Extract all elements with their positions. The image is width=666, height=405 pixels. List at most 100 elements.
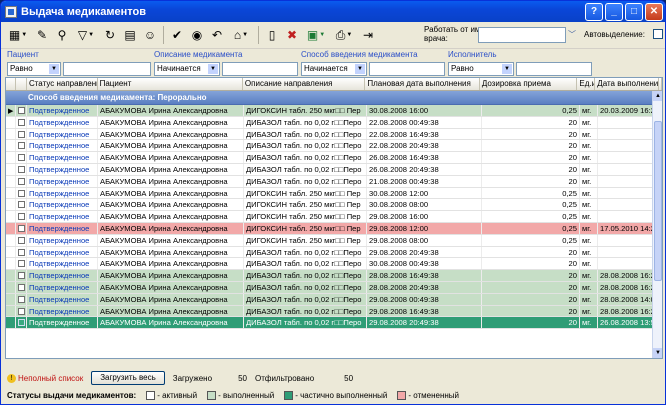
row-checkbox[interactable] <box>18 307 25 315</box>
row-checkbox[interactable] <box>18 248 25 256</box>
delete-icon[interactable]: ✖ <box>283 26 301 44</box>
status-cell-text[interactable]: Подтвержденное <box>29 307 89 316</box>
chevron-down-icon[interactable]: ▼ <box>208 64 218 74</box>
medications-grid[interactable]: Статус направления Пациент Описание направ… <box>5 77 663 359</box>
column-header[interactable]: Пациент <box>98 78 243 90</box>
row-checkbox[interactable] <box>18 272 25 280</box>
status-cell-text[interactable]: Подтвержденное <box>29 259 89 268</box>
edit-icon[interactable]: ▤ <box>121 26 139 44</box>
grid-menu-icon[interactable]: ▦ ▼ <box>5 26 31 44</box>
table-row[interactable]: Подтвержденное АБАКУМОВА Ирина Александро… <box>6 270 662 282</box>
scroll-thumb[interactable] <box>654 121 662 281</box>
status-cell-text[interactable]: Подтвержденное <box>29 130 89 139</box>
column-header[interactable]: В <box>659 78 662 90</box>
home-icon[interactable]: ⌂ ▼ <box>228 26 254 44</box>
table-row[interactable]: Подтвержденное АБАКУМОВА Ирина Александро… <box>6 187 662 200</box>
status-cell-text[interactable]: Подтвержденное <box>29 295 89 304</box>
column-header[interactable]: Дата выполнения <box>595 78 659 90</box>
status-cell-text[interactable]: Подтвержденное <box>29 165 89 174</box>
filter-patient-op[interactable]: Равно ▼ <box>7 62 61 76</box>
status-cell-text[interactable]: Подтвержденное <box>29 318 89 327</box>
column-header[interactable]: Статус направления <box>27 78 98 90</box>
row-checkbox[interactable] <box>18 283 25 291</box>
maximize-button[interactable]: □ <box>625 2 643 21</box>
excel-icon[interactable]: ▣ ▼ <box>303 26 329 44</box>
status-cell-text[interactable]: Подтвержденное <box>29 118 89 127</box>
refresh-icon[interactable]: ↻ <box>101 26 119 44</box>
row-checkbox[interactable] <box>18 107 25 114</box>
table-row[interactable]: Подтвержденное АБАКУМОВА Ирина Александро… <box>6 305 662 318</box>
column-header[interactable]: Плановая дата выполнения <box>365 78 480 90</box>
load-all-button[interactable]: Загрузить весь <box>91 371 165 385</box>
table-row[interactable]: Подтвержденное АБАКУМОВА Ирина Александро… <box>6 175 662 188</box>
binoculars-icon[interactable]: ⚲ <box>53 26 71 44</box>
table-row[interactable]: Подтвержденное АБАКУМОВА Ирина Александро… <box>6 234 662 247</box>
table-row[interactable]: Подтвержденное АБАКУМОВА Ирина Александро… <box>6 128 662 141</box>
status-cell-text[interactable]: Подтвержденное <box>29 200 89 209</box>
filter-executor-op[interactable]: Равно ▼ <box>448 62 514 76</box>
table-row[interactable]: Подтвержденное АБАКУМОВА Ирина Александро… <box>6 281 662 294</box>
table-row[interactable]: Подтвержденное АБАКУМОВА Ирина Александро… <box>6 258 662 271</box>
filter-icon[interactable]: ▽ ▼ <box>73 26 99 44</box>
status-cell-text[interactable]: Подтвержденное <box>29 177 89 186</box>
table-row[interactable]: ▶ Подтвержденное АБАКУМОВА Ирина Александр… <box>6 105 662 117</box>
user-icon[interactable]: ☺ <box>141 26 159 44</box>
filter-patient-input[interactable] <box>63 62 151 76</box>
status-cell-text[interactable]: Подтвержденное <box>29 283 89 292</box>
status-cell-text[interactable]: Подтвержденное <box>29 189 89 198</box>
row-checkbox[interactable] <box>18 236 25 244</box>
row-checkbox[interactable] <box>18 295 25 303</box>
table-row[interactable]: Подтвержденное АБАКУМОВА Ирина Александро… <box>6 317 662 330</box>
filter-executor-input[interactable] <box>516 62 592 76</box>
filter-description-op[interactable]: Начинается ▼ <box>154 62 220 76</box>
help-icon[interactable]: ? <box>585 2 603 21</box>
row-checkbox[interactable] <box>18 165 25 173</box>
table-row[interactable]: Подтвержденное АБАКУМОВА Ирина Александро… <box>6 222 662 235</box>
autoselect-checkbox[interactable] <box>653 29 663 39</box>
chevron-down-icon[interactable]: ﹀ <box>568 29 576 40</box>
print-icon[interactable]: ⎙ ▼ <box>331 26 357 44</box>
row-checkbox[interactable] <box>18 189 25 197</box>
column-header[interactable]: Ед.изм <box>577 78 596 90</box>
row-checkbox[interactable] <box>18 130 25 138</box>
status-cell-text[interactable]: Подтвержденное <box>29 212 89 221</box>
doctor-input[interactable] <box>478 27 566 43</box>
scroll-down-icon[interactable]: ▼ <box>653 348 662 358</box>
row-checkbox[interactable] <box>18 213 25 221</box>
status-cell-text[interactable]: Подтвержденное <box>29 271 89 280</box>
status-cell-text[interactable]: Подтвержденное <box>29 141 89 150</box>
check-icon[interactable]: ✔ <box>168 26 186 44</box>
vertical-scrollbar[interactable]: ▲ ▼ <box>652 91 662 358</box>
table-row[interactable]: Подтвержденное АБАКУМОВА Ирина Александро… <box>6 163 662 176</box>
row-checkbox[interactable] <box>18 260 25 268</box>
row-checkbox[interactable] <box>18 142 25 150</box>
status-cell-text[interactable]: Подтвержденное <box>29 236 89 245</box>
table-row[interactable]: Подтвержденное АБАКУМОВА Ирина Александро… <box>6 293 662 306</box>
title-bar[interactable]: Выдача медикаментов ? _ □ ✕ <box>1 1 665 22</box>
table-row[interactable]: Подтвержденное АБАКУМОВА Ирина Александро… <box>6 199 662 212</box>
row-checkbox[interactable] <box>18 319 25 327</box>
document-icon[interactable]: ▯ <box>263 26 281 44</box>
row-checkbox[interactable] <box>18 154 25 162</box>
medication-icon[interactable]: ✎ <box>33 26 51 44</box>
minimize-button[interactable]: _ <box>605 2 623 21</box>
group-row[interactable]: Способ введения медикамента: Перорально <box>6 91 662 105</box>
filter-description-input[interactable] <box>222 62 298 76</box>
stop-icon[interactable]: ◉ <box>188 26 206 44</box>
table-row[interactable]: Подтвержденное АБАКУМОВА Ирина Александро… <box>6 116 662 129</box>
row-checkbox[interactable] <box>18 177 25 185</box>
table-row[interactable]: Подтвержденное АБАКУМОВА Ирина Александро… <box>6 246 662 259</box>
row-checkbox[interactable] <box>18 118 25 126</box>
row-checkbox[interactable] <box>18 224 25 232</box>
row-checkbox[interactable] <box>18 201 25 209</box>
column-header[interactable]: Дозировка приема <box>480 78 578 90</box>
chevron-down-icon[interactable]: ▼ <box>49 64 59 74</box>
table-row[interactable]: Подтвержденное АБАКУМОВА Ирина Александро… <box>6 152 662 164</box>
status-cell-text[interactable]: Подтвержденное <box>29 106 89 115</box>
chevron-down-icon[interactable]: ▼ <box>355 64 365 74</box>
scroll-up-icon[interactable]: ▲ <box>653 91 662 101</box>
exit-icon[interactable]: ⇥ <box>359 26 377 44</box>
filter-method-input[interactable] <box>369 62 445 76</box>
status-cell-text[interactable]: Подтвержденное <box>29 153 89 162</box>
status-cell-text[interactable]: Подтвержденное <box>29 224 89 233</box>
